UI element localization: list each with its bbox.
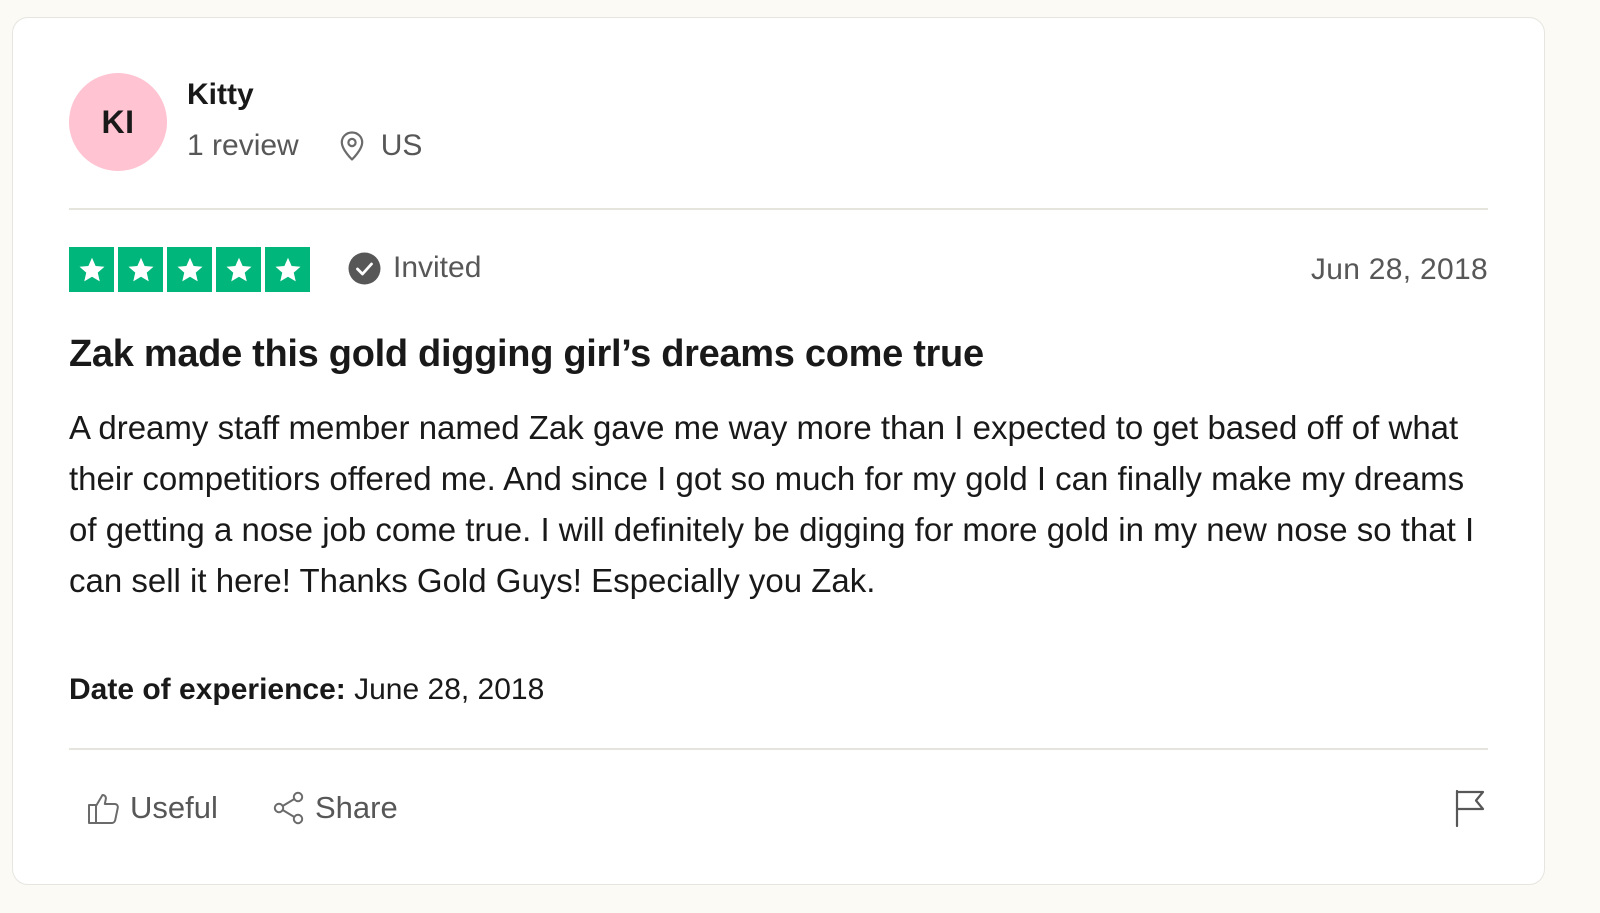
review-body: A dreamy staff member named Zak gave me …	[69, 409, 1475, 599]
review-title[interactable]: Zak made this gold digging girl’s dreams…	[69, 333, 984, 376]
flag-icon	[1452, 788, 1488, 828]
invited-label: Invited	[393, 251, 482, 284]
experience-label: Date of experience:	[69, 673, 346, 706]
share-button[interactable]: Share	[271, 790, 398, 826]
date-of-experience: Date of experience: June 28, 2018	[69, 673, 544, 707]
review-card-content: KI Kitty 1 review US Invited Jun 28, 201…	[69, 18, 1488, 884]
star-icon	[118, 247, 163, 292]
star-rating	[69, 247, 310, 292]
review-count: 1 review	[187, 129, 299, 162]
share-icon	[271, 790, 307, 826]
reviewer-meta: 1 review US	[187, 129, 422, 163]
star-icon	[265, 247, 310, 292]
star-icon	[167, 247, 212, 292]
experience-date: June 28, 2018	[354, 673, 545, 706]
report-flag-button[interactable]	[1452, 788, 1488, 828]
header-divider	[69, 208, 1488, 210]
review-card: KI Kitty 1 review US Invited Jun 28, 201…	[12, 17, 1545, 885]
footer-divider	[69, 748, 1488, 750]
star-icon	[69, 247, 114, 292]
review-date: Jun 28, 2018	[1310, 253, 1488, 286]
check-circle-icon	[348, 252, 381, 285]
reviewer-name[interactable]: Kitty	[187, 78, 254, 112]
reviewer-country: US	[380, 129, 423, 162]
star-icon	[216, 247, 261, 292]
thumbs-up-icon	[86, 790, 122, 826]
invited-badge[interactable]: Invited	[348, 251, 481, 285]
share-label: Share	[315, 790, 398, 825]
avatar[interactable]: KI	[69, 73, 167, 171]
useful-button[interactable]: Useful	[86, 790, 218, 826]
location-pin-icon	[337, 130, 367, 162]
useful-label: Useful	[130, 790, 218, 825]
